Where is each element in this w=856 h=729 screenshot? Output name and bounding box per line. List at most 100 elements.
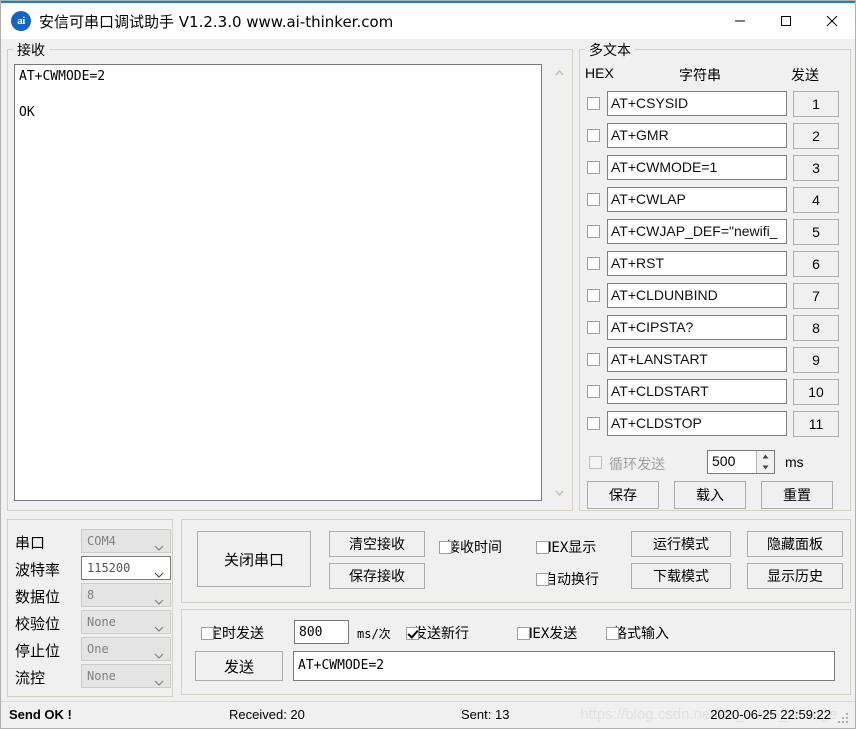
multitext-input[interactable]: AT+CSYSID [607,91,787,116]
minimize-button[interactable] [717,3,763,39]
multitext-input[interactable]: AT+CLDUNBIND [607,283,787,308]
hide-panel-button[interactable]: 隐藏面板 [747,531,843,557]
timed-send-checkbox[interactable] [201,627,214,640]
multitext-input[interactable]: AT+CIPSTA? [607,315,787,340]
loop-unit-label: ms [785,454,804,470]
chevron-down-icon [154,536,164,558]
serial-config-row: 波特率115200 [13,556,169,582]
spinner-up-icon[interactable] [757,451,774,462]
multitext-row: AT+CLDUNBIND7 [579,281,849,313]
serial-config-combo[interactable]: One [81,637,171,661]
serial-config-label: 校验位 [15,613,60,634]
serial-config-combo[interactable]: None [81,610,171,634]
send-group-inner: 定时发送 800 ms/次 发送新行 HEX发送 格式输入 发送 AT+CWMO… [181,609,851,695]
show-history-button[interactable]: 显示历史 [747,563,843,589]
receive-time-checkbox-item[interactable]: 接收时间 [439,537,502,557]
multitext-input[interactable]: AT+CWJAP_DEF="newifi_ [607,219,787,244]
multitext-row: AT+CWMODE=13 [579,153,849,185]
maximize-icon [780,15,792,27]
multitext-hex-checkbox[interactable] [587,289,600,302]
multitext-send-button[interactable]: 8 [793,315,839,341]
receive-textarea[interactable]: AT+CWMODE=2 OK [14,64,542,501]
multitext-send-button[interactable]: 11 [793,411,839,437]
receive-time-checkbox[interactable] [439,541,452,554]
spinner-buttons[interactable] [756,451,774,473]
multitext-input[interactable]: AT+CWMODE=1 [607,155,787,180]
format-input-checkbox-item[interactable]: 格式输入 [606,623,669,643]
load-button[interactable]: 载入 [674,481,746,509]
multitext-row: AT+GMR2 [579,121,849,153]
multitext-input[interactable]: AT+LANSTART [607,347,787,372]
auto-wrap-label: 自动换行 [543,569,599,589]
multitext-hex-checkbox[interactable] [587,385,600,398]
send-text-input[interactable]: AT+CWMODE=2 [293,651,835,681]
serial-config-rows: 串口COM4波特率115200数据位8校验位None停止位One流控None [7,519,173,697]
send-newline-checkbox[interactable] [406,627,419,640]
multitext-hex-checkbox[interactable] [587,193,600,206]
receive-scrollbar[interactable] [551,64,568,501]
multitext-send-button[interactable]: 9 [793,347,839,373]
multitext-header: HEX 字符串 发送 [579,65,849,85]
close-button[interactable] [809,3,855,39]
serial-config-label: 串口 [15,532,45,553]
serial-config-combo[interactable]: 8 [81,583,171,607]
send-newline-checkbox-item[interactable]: 发送新行 [406,623,469,643]
multitext-send-button[interactable]: 2 [793,123,839,149]
multitext-input[interactable]: AT+GMR [607,123,787,148]
multitext-hex-checkbox[interactable] [587,353,600,366]
format-input-checkbox[interactable] [606,627,619,640]
multitext-send-button[interactable]: 10 [793,379,839,405]
loop-interval-spinner[interactable]: 500 [707,450,775,474]
multitext-hex-checkbox[interactable] [587,161,600,174]
title-bar: ai 安信可串口调试助手 V1.2.3.0 www.ai-thinker.com [1,1,855,39]
serial-config-combo[interactable]: None [81,664,171,688]
multitext-input[interactable]: AT+CLDSTOP [607,411,787,436]
multitext-input[interactable]: AT+CWLAP [607,187,787,212]
download-mode-button[interactable]: 下载模式 [631,563,731,589]
multitext-hex-checkbox[interactable] [587,225,600,238]
auto-wrap-checkbox-item[interactable]: 自动换行 [536,569,599,589]
scroll-down-icon[interactable] [551,484,568,501]
save-receive-button[interactable]: 保存接收 [329,563,425,589]
auto-wrap-checkbox[interactable] [536,573,549,586]
chevron-down-icon [154,590,164,612]
multitext-send-button[interactable]: 6 [793,251,839,277]
multitext-send-button[interactable]: 5 [793,219,839,245]
hex-send-checkbox[interactable] [517,627,530,640]
serial-config-row: 校验位 None [13,610,169,636]
multitext-hex-checkbox[interactable] [587,321,600,334]
multitext-hex-checkbox[interactable] [587,257,600,270]
multitext-hex-checkbox[interactable] [587,417,600,430]
serial-config-combo[interactable]: COM4 [81,529,171,553]
serial-config-combo[interactable]: 115200 [81,556,171,580]
save-button[interactable]: 保存 [587,481,659,509]
hex-send-checkbox-item[interactable]: HEX发送 [517,623,577,643]
multitext-input[interactable]: AT+RST [607,251,787,276]
send-button[interactable]: 发送 [195,651,283,681]
hex-display-checkbox-item[interactable]: HEX显示 [536,537,596,557]
resize-grip-icon[interactable] [838,713,850,725]
multitext-hex-checkbox[interactable] [587,129,600,142]
multitext-input[interactable]: AT+CLDSTART [607,379,787,404]
clear-receive-button[interactable]: 清空接收 [329,531,425,557]
spinner-down-icon[interactable] [757,462,774,473]
multitext-send-button[interactable]: 1 [793,91,839,117]
loop-interval-value: 500 [712,453,735,469]
maximize-button[interactable] [763,3,809,39]
multitext-send-button[interactable]: 3 [793,155,839,181]
multitext-send-button[interactable]: 7 [793,283,839,309]
scroll-up-icon[interactable] [551,64,568,81]
hex-display-checkbox[interactable] [536,541,549,554]
column-header-string: 字符串 [679,65,721,85]
close-port-button[interactable]: 关闭串口 [197,531,311,587]
timed-interval-input[interactable]: 800 [294,620,349,644]
multitext-hex-checkbox[interactable] [587,97,600,110]
window-controls [717,3,855,39]
reset-button[interactable]: 重置 [761,481,833,509]
serial-config-value: 115200 [87,561,130,575]
timed-send-checkbox-item[interactable]: 定时发送 [201,623,264,643]
multitext-send-button[interactable]: 4 [793,187,839,213]
loop-send-checkbox[interactable] [589,456,602,469]
run-mode-button[interactable]: 运行模式 [631,531,731,557]
receive-time-label: 接收时间 [446,537,502,557]
